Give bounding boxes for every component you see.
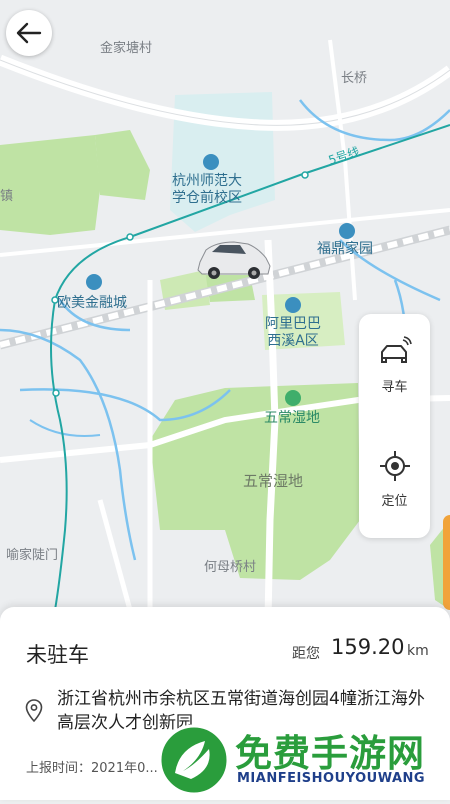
watermark: 免费手游网 MIANFEISHOUYOUWANG (153, 715, 450, 800)
find-car-button[interactable]: 寻车 (359, 336, 430, 436)
orange-edge-marker (443, 515, 450, 610)
watermark-logo-icon (158, 724, 230, 796)
side-panel: 寻车 定位 (359, 314, 430, 538)
map-label-hemu: 何母桥村 (204, 560, 257, 575)
distance-unit: km (407, 643, 429, 659)
poi-fuding[interactable]: 福鼎家园 (317, 241, 373, 258)
locate-crosshair-icon (379, 451, 410, 481)
watermark-title: 免费手游网 (235, 732, 425, 775)
locate-button[interactable]: 定位 (359, 450, 430, 550)
map-label-wuchang-area: 五常湿地 (243, 472, 304, 490)
find-car-label: 寻车 (381, 380, 408, 395)
poi-oumei[interactable]: 欧美金融城 (57, 295, 127, 312)
location-pin-icon (25, 699, 43, 723)
map-label-yujia: 喻家陡门 (6, 548, 59, 563)
park-west (0, 135, 100, 235)
park-icon (285, 390, 301, 406)
car-signal-icon (380, 336, 412, 363)
building-icon (86, 274, 102, 290)
map-label-jinjiatang: 金家塘村 (100, 41, 153, 56)
distance-value: 159.20 (331, 635, 405, 659)
parking-status: 未驻车 (26, 643, 89, 667)
arrow-left-icon (16, 22, 42, 44)
back-button[interactable] (6, 10, 52, 56)
locate-label: 定位 (381, 494, 408, 509)
map-label-zhen: 镇 (0, 189, 14, 204)
watermark-subtitle: MIANFEISHOUYOUWANG (237, 771, 426, 786)
building-icon (285, 297, 301, 313)
poi-hznu[interactable]: 杭州师范大 学仓前校区 (172, 173, 242, 207)
distance-label: 距您 (292, 646, 320, 662)
map-label-changqiao: 长桥 (341, 71, 368, 86)
building-icon (339, 223, 355, 239)
school-icon (203, 154, 219, 170)
poi-alibaba[interactable]: 阿里巴巴 西溪A区 (265, 316, 321, 350)
poi-wuchang[interactable]: 五常湿地 (264, 410, 320, 427)
